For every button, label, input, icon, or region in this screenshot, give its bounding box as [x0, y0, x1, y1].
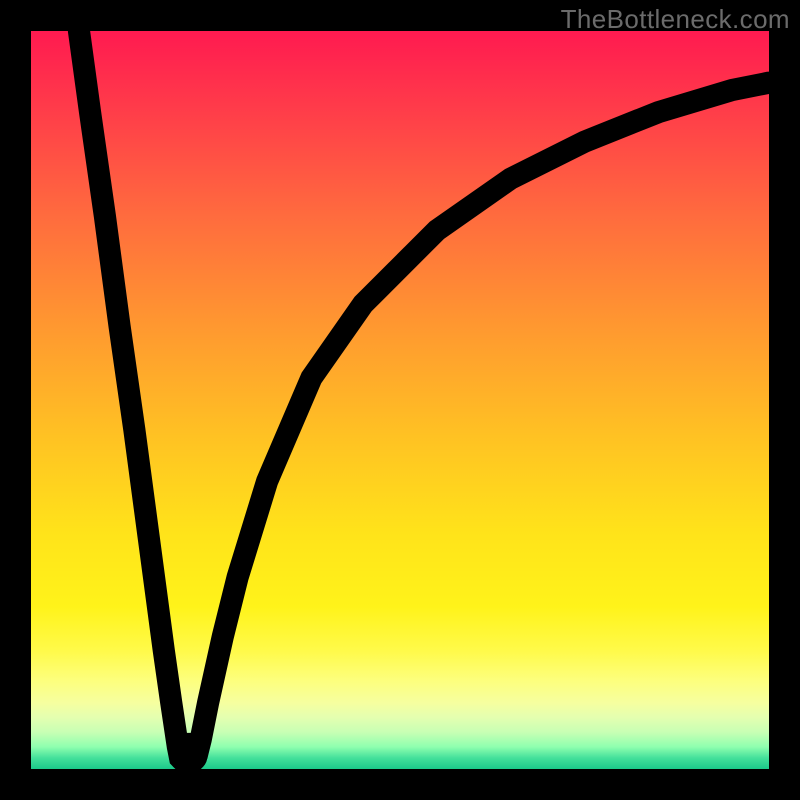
minimum-marker	[180, 744, 196, 760]
plot-area	[31, 31, 769, 769]
curve-left-branch	[79, 31, 183, 761]
chart-frame: TheBottleneck.com	[0, 0, 800, 800]
curve-svg	[31, 31, 769, 769]
curve-right-branch	[193, 83, 769, 761]
